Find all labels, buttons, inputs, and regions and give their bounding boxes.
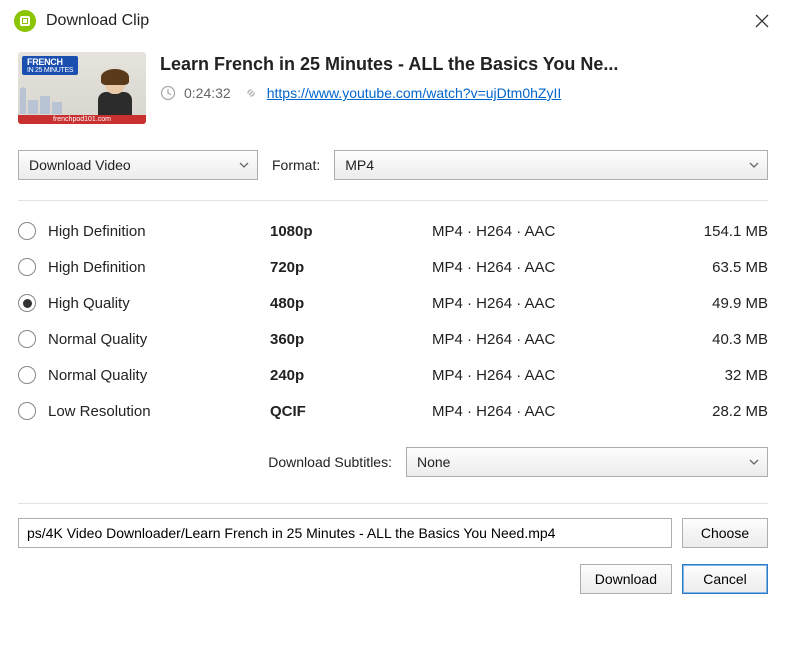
video-thumbnail: FRENCH IN 25 MINUTES frenchpod101.com [18,52,146,124]
link-icon [243,85,259,101]
quality-codec: MP4 · H264 · AAC [432,295,632,312]
quality-resolution: 480p [270,295,420,312]
quality-label: High Definition [48,223,258,240]
quality-size: 63.5 MB [712,259,768,276]
quality-row[interactable]: High Definition 1080p MP4 · H264 · AAC 154.… [18,213,768,249]
quality-radio[interactable] [18,294,36,312]
thumb-banner-top: FRENCH [27,57,63,67]
cancel-button[interactable]: Cancel [682,564,768,594]
thumb-footer: frenchpod101.com [18,115,146,124]
format-select-value: MP4 [345,157,374,173]
subtitles-select-value: None [417,454,450,470]
quality-label: High Quality [48,295,258,312]
app-icon [14,10,36,32]
quality-radio[interactable] [18,222,36,240]
quality-radio[interactable] [18,402,36,420]
quality-resolution: 360p [270,331,420,348]
format-select[interactable]: MP4 [334,150,768,180]
quality-codec: MP4 · H264 · AAC [432,259,632,276]
quality-resolution: 240p [270,367,420,384]
divider [18,200,768,201]
action-select[interactable]: Download Video [18,150,258,180]
quality-row[interactable]: High Quality 480p MP4 · H264 · AAC 49.9 MB [18,285,768,321]
window-title: Download Clip [46,12,149,30]
quality-codec: MP4 · H264 · AAC [432,403,632,420]
quality-size: 40.3 MB [712,331,768,348]
quality-resolution: 1080p [270,223,420,240]
quality-row[interactable]: Normal Quality 240p MP4 · H264 · AAC 32 MB [18,357,768,393]
choose-button[interactable]: Choose [682,518,768,548]
quality-codec: MP4 · H264 · AAC [432,331,632,348]
save-path-input[interactable] [18,518,672,548]
quality-label: Normal Quality [48,367,258,384]
quality-label: Low Resolution [48,403,258,420]
quality-row[interactable]: Normal Quality 360p MP4 · H264 · AAC 40.3 M… [18,321,768,357]
close-icon [755,14,769,28]
subtitles-label: Download Subtitles: [18,454,392,470]
quality-list: High Definition 1080p MP4 · H264 · AAC 154.… [0,207,786,429]
quality-resolution: QCIF [270,403,420,420]
quality-radio[interactable] [18,330,36,348]
quality-label: Normal Quality [48,331,258,348]
quality-size: 49.9 MB [712,295,768,312]
quality-label: High Definition [48,259,258,276]
quality-row[interactable]: Low Resolution QCIF MP4 · H264 · AAC 28.2 M… [18,393,768,429]
quality-size: 154.1 MB [704,223,768,240]
format-label: Format: [272,157,320,173]
quality-radio[interactable] [18,258,36,276]
download-button[interactable]: Download [580,564,672,594]
chevron-down-icon [749,459,759,465]
video-duration: 0:24:32 [184,85,231,101]
video-title: Learn French in 25 Minutes - ALL the Bas… [160,54,768,75]
thumb-banner-sub: IN 25 MINUTES [27,67,73,74]
divider [18,503,768,504]
quality-codec: MP4 · H264 · AAC [432,223,632,240]
quality-codec: MP4 · H264 · AAC [432,367,632,384]
quality-resolution: 720p [270,259,420,276]
action-select-value: Download Video [29,157,131,173]
quality-radio[interactable] [18,366,36,384]
chevron-down-icon [239,162,249,168]
subtitles-select[interactable]: None [406,447,768,477]
quality-row[interactable]: High Definition 720p MP4 · H264 · AAC 63.5 … [18,249,768,285]
video-url-link[interactable]: https://www.youtube.com/watch?v=ujDtm0hZ… [267,85,562,101]
clock-icon [160,85,176,101]
chevron-down-icon [749,162,759,168]
close-button[interactable] [752,11,772,31]
quality-size: 32 MB [725,367,768,384]
quality-size: 28.2 MB [712,403,768,420]
